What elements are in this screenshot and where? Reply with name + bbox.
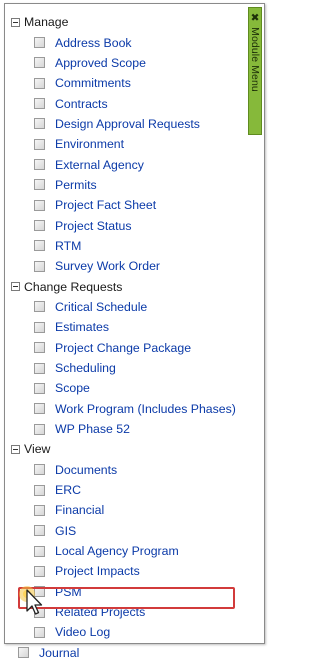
menu-item-label[interactable]: External Agency — [55, 158, 144, 172]
group-manage[interactable]: Manage — [11, 12, 244, 32]
item-checkbox[interactable] — [34, 423, 45, 435]
group-label: View — [24, 442, 51, 457]
pointer-cursor-icon — [19, 586, 43, 615]
menu-item-label[interactable]: Address Book — [55, 36, 132, 50]
item-checkbox[interactable] — [34, 77, 45, 89]
module-menu-panel: Manage Address Book Approved Scope Commitme… — [4, 3, 265, 660]
item-checkbox[interactable] — [34, 464, 45, 476]
menu-item-critical-schedule[interactable]: Critical Schedule — [11, 297, 244, 317]
menu-item-label[interactable]: Local Agency Program — [55, 544, 179, 558]
menu-item-estimates[interactable]: Estimates — [11, 317, 244, 337]
menu-item-label[interactable]: Documents — [55, 463, 117, 477]
menu-item-scope[interactable]: Scope — [11, 378, 244, 398]
menu-item-project-fact-sheet[interactable]: Project Fact Sheet — [11, 195, 244, 215]
item-checkbox[interactable] — [34, 118, 45, 130]
menu-item-label[interactable]: Journal — [39, 646, 79, 660]
item-checkbox[interactable] — [34, 179, 45, 191]
item-checkbox[interactable] — [34, 626, 45, 638]
menu-item-label[interactable]: WP Phase 52 — [55, 422, 130, 436]
menu-item-project-change-package[interactable]: Project Change Package — [11, 338, 244, 358]
menu-item-label[interactable]: Financial — [55, 503, 104, 517]
menu-item-scheduling[interactable]: Scheduling — [11, 358, 244, 378]
menu-item-label[interactable]: Project Change Package — [55, 341, 191, 355]
module-menu-tab[interactable]: ✖ Module Menu — [248, 7, 262, 135]
menu-item-project-status[interactable]: Project Status — [11, 215, 244, 235]
menu-item-label[interactable]: Project Status — [55, 219, 132, 233]
menu-item-environment[interactable]: Environment — [11, 134, 244, 154]
menu-item-rtm[interactable]: RTM — [11, 236, 244, 256]
menu-item-documents[interactable]: Documents — [11, 460, 244, 480]
module-menu-tab-label: ✖ Module Menu — [249, 12, 261, 92]
menu-item-commitments[interactable]: Commitments — [11, 73, 244, 93]
item-checkbox[interactable] — [34, 57, 45, 69]
item-checkbox[interactable] — [34, 382, 45, 394]
menu-item-project-impacts[interactable]: Project Impacts — [11, 561, 244, 581]
menu-item-label[interactable]: ERC — [55, 483, 81, 497]
menu-item-video-log[interactable]: Video Log — [11, 622, 244, 642]
menu-item-financial[interactable]: Financial — [11, 500, 244, 520]
item-checkbox[interactable] — [34, 321, 45, 333]
close-x-icon: ✖ — [249, 12, 261, 25]
menu-item-label[interactable]: Commitments — [55, 76, 131, 90]
menu-item-approved-scope[interactable]: Approved Scope — [11, 53, 244, 73]
group-label: Change Requests — [24, 279, 123, 294]
collapse-toggle-icon[interactable] — [11, 282, 20, 292]
menu-item-label[interactable]: Work Program (Includes Phases) — [55, 402, 236, 416]
menu-item-label[interactable]: Critical Schedule — [55, 300, 147, 314]
item-checkbox[interactable] — [34, 260, 45, 272]
menu-item-label[interactable]: Survey Work Order — [55, 259, 160, 273]
menu-item-label[interactable]: Environment — [55, 137, 124, 151]
menu-item-label[interactable]: Scheduling — [55, 361, 116, 375]
item-checkbox[interactable] — [34, 199, 45, 211]
menu-item-survey-work-order[interactable]: Survey Work Order — [11, 256, 244, 276]
group-view[interactable]: View — [11, 439, 244, 459]
menu-item-external-agency[interactable]: External Agency — [11, 154, 244, 174]
menu-tree: Manage Address Book Approved Scope Commitme… — [11, 12, 244, 663]
menu-item-label[interactable]: GIS — [55, 524, 76, 538]
menu-item-gis[interactable]: GIS — [11, 521, 244, 541]
menu-item-label[interactable]: Scope — [55, 381, 90, 395]
menu-item-label[interactable]: Project Fact Sheet — [55, 198, 156, 212]
item-checkbox[interactable] — [34, 220, 45, 232]
menu-item-label[interactable]: Video Log — [55, 625, 110, 639]
menu-item-contracts[interactable]: Contracts — [11, 93, 244, 113]
item-checkbox[interactable] — [34, 504, 45, 516]
menu-item-label[interactable]: RTM — [55, 239, 81, 253]
item-checkbox[interactable] — [34, 159, 45, 171]
menu-item-wp-phase-52[interactable]: WP Phase 52 — [11, 419, 244, 439]
item-checkbox[interactable] — [34, 403, 45, 415]
menu-item-label[interactable]: Contracts — [55, 97, 108, 111]
item-checkbox[interactable] — [18, 647, 29, 659]
group-label: Manage — [24, 15, 69, 30]
item-checkbox[interactable] — [34, 98, 45, 110]
menu-item-local-agency-program[interactable]: Local Agency Program — [11, 541, 244, 561]
selection-highlight — [18, 587, 235, 609]
item-checkbox[interactable] — [34, 301, 45, 313]
menu-item-work-program-includes-phases[interactable]: Work Program (Includes Phases) — [11, 399, 244, 419]
menu-item-erc[interactable]: ERC — [11, 480, 244, 500]
item-checkbox[interactable] — [34, 545, 45, 557]
menu-item-label[interactable]: Permits — [55, 178, 97, 192]
item-checkbox[interactable] — [34, 484, 45, 496]
item-checkbox[interactable] — [34, 240, 45, 252]
collapse-toggle-icon[interactable] — [11, 444, 20, 454]
menu-item-label[interactable]: Design Approval Requests — [55, 117, 200, 131]
item-checkbox[interactable] — [34, 362, 45, 374]
group-change-requests[interactable]: Change Requests — [11, 276, 244, 296]
item-checkbox[interactable] — [34, 565, 45, 577]
menu-item-address-book[interactable]: Address Book — [11, 32, 244, 52]
menu-item-design-approval-requests[interactable]: Design Approval Requests — [11, 114, 244, 134]
menu-item-label[interactable]: Project Impacts — [55, 564, 140, 578]
menu-item-permits[interactable]: Permits — [11, 175, 244, 195]
menu-item-label[interactable]: Approved Scope — [55, 56, 146, 70]
item-checkbox[interactable] — [34, 37, 45, 49]
collapse-toggle-icon[interactable] — [11, 17, 20, 27]
item-checkbox[interactable] — [34, 138, 45, 150]
menu-item-label[interactable]: Estimates — [55, 320, 109, 334]
item-checkbox[interactable] — [34, 342, 45, 354]
item-checkbox[interactable] — [34, 525, 45, 537]
